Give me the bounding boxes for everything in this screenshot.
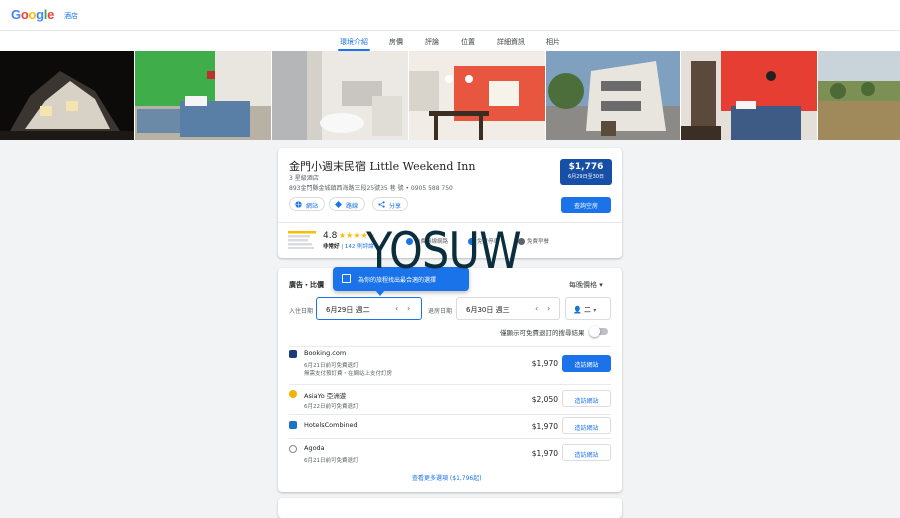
toggle-knob [589, 326, 600, 337]
tab-overview[interactable]: 環境介紹 [340, 37, 368, 47]
prev-date-icon[interactable]: ‹ [395, 304, 398, 313]
hotel-class: 3 星級酒店 [289, 175, 319, 182]
directions-chip[interactable]: 路線 [329, 197, 366, 211]
visit-site-button[interactable]: 造訪網站 [562, 417, 611, 434]
tooltip-arrow [375, 290, 385, 296]
hotels-link[interactable]: 酒店 [64, 11, 78, 21]
share-chip[interactable]: 分享 [372, 197, 409, 211]
tab-prices[interactable]: 房價 [389, 37, 403, 47]
visit-site-button[interactable]: 造訪網站 [562, 355, 611, 372]
share-icon [378, 201, 385, 208]
tab-details[interactable]: 詳細資訊 [497, 37, 525, 47]
provider-price: $1,970 [531, 449, 558, 458]
photo-bathroom[interactable] [272, 51, 408, 140]
tab-location[interactable]: 位置 [461, 37, 475, 47]
agoda-logo-icon [289, 445, 297, 453]
hotelscombined-logo-icon [289, 421, 297, 429]
asiayo-logo-icon [289, 390, 297, 398]
checkout-date-value: 6月30日 週三 [466, 306, 510, 314]
chevron-down-icon: ▾ [593, 307, 597, 314]
directions-label: 路線 [346, 203, 359, 210]
prev-date-icon[interactable]: ‹ [535, 304, 538, 313]
checkout-date-field[interactable]: 6月30日 週三 ‹ › [456, 297, 560, 320]
photo-exterior-night[interactable] [0, 51, 134, 140]
row-divider [289, 346, 611, 347]
row-divider [289, 384, 611, 385]
ads-title: 廣告・比價 [289, 281, 324, 289]
provider-name[interactable]: AsiaYo 亞洲遊 [304, 390, 346, 400]
price-badge[interactable]: $1,776 6月29日至30日 [560, 159, 612, 185]
photo-dining[interactable] [409, 51, 545, 140]
directions-icon [335, 201, 342, 208]
checkin-date-field[interactable]: 6月29日 週二 ‹ › [316, 297, 422, 320]
photo-strip [0, 51, 900, 140]
person-icon: 👤 [573, 306, 582, 314]
next-date-icon[interactable]: › [547, 304, 550, 313]
website-label: 網站 [306, 203, 319, 210]
hotel-address: 893金門縣金城鎮西海路三段25號35 巷 號 • 0905 588 750 [289, 185, 453, 192]
hotel-name: 金門小週末民宿 Little Weekend Inn [289, 160, 476, 173]
guests-selector[interactable]: 👤 二 ▾ [565, 297, 611, 320]
tab-photos[interactable]: 相片 [546, 37, 560, 47]
provider-cancel-note: 6月21日前可免費退訂 [304, 458, 359, 464]
row-divider [289, 438, 611, 439]
visit-site-button[interactable]: 造訪網站 [562, 444, 611, 461]
checkout-label: 退房日期 [428, 308, 453, 315]
sort-dropdown[interactable]: 每晚價格 ▾ [569, 280, 603, 290]
price-dates: 6月29日至30日 [568, 174, 604, 180]
visit-site-button[interactable]: 造訪網站 [562, 390, 611, 407]
rating-bars-icon [288, 231, 316, 249]
sort-label: 每晚價格 [569, 281, 597, 289]
calendar-icon [342, 274, 351, 283]
checkin-date-value: 6月29日 週二 [326, 306, 370, 314]
next-date-icon[interactable]: › [407, 304, 410, 313]
provider-cancel-note: 6月21日前可免費退訂 [304, 363, 359, 369]
provider-cancel-note: 6月22日前可免費退訂 [304, 404, 359, 410]
rating-value: 4.8 [323, 231, 338, 241]
provider-price: $2,050 [531, 395, 558, 404]
tab-reviews[interactable]: 評論 [425, 37, 439, 47]
website-chip[interactable]: 網站 [289, 197, 326, 211]
share-label: 分享 [389, 203, 402, 210]
top-bar: Google 酒店 [0, 0, 900, 31]
photo-room-green[interactable] [135, 51, 271, 140]
more-options-link[interactable]: 查看更多選項 ($1,796起) [412, 473, 482, 482]
chevron-down-icon: ▾ [599, 281, 603, 289]
booking-logo-icon [289, 350, 297, 358]
next-card [278, 498, 622, 518]
free-cancel-toggle-label: 僅顯示可免費退訂的搜尋結果 [500, 329, 585, 337]
provider-name[interactable]: Booking.com [304, 349, 346, 357]
rating-word: 非常好 [323, 244, 340, 250]
photo-room-red[interactable] [681, 51, 817, 140]
provider-payment-note: 無需支付預訂費・在網站上支付訂房 [304, 371, 393, 377]
check-availability-button[interactable]: 查詢空房 [561, 197, 611, 213]
amenity-item: 免費早餐 [518, 237, 549, 245]
globe-icon [295, 201, 302, 208]
photo-landscape[interactable] [818, 51, 900, 140]
provider-name[interactable]: HotelsCombined [304, 421, 358, 429]
provider-price: $1,970 [531, 359, 558, 368]
checkin-label: 入住日期 [289, 308, 314, 315]
free-cancel-toggle[interactable] [589, 326, 608, 337]
google-logo[interactable]: Google [11, 7, 54, 22]
section-tabs: 環境介紹 房價 評論 位置 詳細資訊 相片 [0, 31, 900, 51]
provider-name[interactable]: Agoda [304, 444, 325, 452]
provider-price: $1,970 [531, 422, 558, 431]
photo-exterior-day[interactable] [546, 51, 680, 140]
price-amount: $1,776 [568, 162, 604, 172]
guests-value: 二 [583, 306, 591, 314]
row-divider [289, 414, 611, 415]
watermark-text: YOSUW [366, 222, 522, 280]
